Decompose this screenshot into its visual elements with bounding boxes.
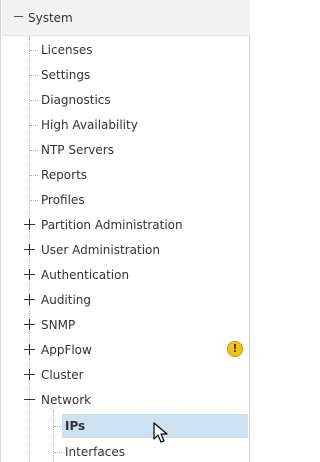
- tree-node-system[interactable]: System: [2, 0, 250, 36]
- tree-node-snmp[interactable]: SNMP: [1, 313, 249, 338]
- tree-node-profiles[interactable]: Profiles: [1, 188, 249, 213]
- plus-icon[interactable]: [24, 344, 35, 355]
- tree-node-label: Auditing: [41, 293, 92, 307]
- plus-icon[interactable]: [24, 294, 35, 305]
- navigation-tree: System Licenses Settings Diagnostics Hig…: [0, 0, 250, 462]
- tree-node-label: User Administration: [41, 243, 160, 257]
- tree-node-reports[interactable]: Reports: [1, 163, 249, 188]
- plus-icon[interactable]: [24, 269, 35, 280]
- tree-line: [30, 50, 38, 51]
- tree-line: [30, 175, 38, 176]
- tree-node-ips[interactable]: IPs: [1, 414, 249, 439]
- tree-node-partition-administration[interactable]: Partition Administration: [1, 213, 249, 238]
- minus-icon[interactable]: [24, 399, 35, 400]
- tree-node-label: SNMP: [41, 318, 76, 332]
- plus-icon[interactable]: [24, 319, 35, 330]
- tree-node-authentication[interactable]: Authentication: [1, 263, 249, 288]
- tree-line: [30, 125, 38, 126]
- plus-icon[interactable]: [24, 244, 35, 255]
- tree-node-label: High Availability: [41, 118, 138, 132]
- tree-node-label: Settings: [41, 68, 91, 82]
- tree-node-label: Partition Administration: [41, 218, 183, 232]
- tree-line: [54, 452, 62, 453]
- tree-node-high-availability[interactable]: High Availability: [1, 113, 249, 138]
- tree-node-label: NTP Servers: [41, 143, 114, 157]
- tree-node-label: Reports: [41, 168, 88, 182]
- tree-node-network[interactable]: Network: [1, 388, 249, 413]
- tree-node-label: Licenses: [41, 43, 93, 57]
- tree-node-settings[interactable]: Settings: [1, 63, 249, 88]
- minus-icon[interactable]: [14, 16, 23, 17]
- tree-node-user-administration[interactable]: User Administration: [1, 238, 249, 263]
- tree-node-label: Network: [41, 393, 92, 407]
- tree-node-auditing[interactable]: Auditing: [1, 288, 249, 313]
- plus-icon[interactable]: [24, 369, 35, 380]
- tree-node-licenses[interactable]: Licenses: [1, 38, 249, 63]
- warning-icon[interactable]: !: [227, 341, 243, 357]
- tree-line: [30, 200, 38, 201]
- tree-node-interfaces[interactable]: Interfaces: [1, 440, 249, 462]
- tree-node-ntp-servers[interactable]: NTP Servers: [1, 138, 249, 163]
- tree-node-label: IPs: [65, 419, 86, 433]
- tree-node-label: Cluster: [41, 368, 84, 382]
- tree-node-label: Profiles: [41, 193, 85, 207]
- mouse-pointer-icon: [153, 422, 168, 443]
- tree-node-diagnostics[interactable]: Diagnostics: [1, 88, 249, 113]
- tree-node-label: Diagnostics: [41, 93, 111, 107]
- tree-line: [30, 75, 38, 76]
- tree-node-label: AppFlow: [41, 343, 92, 357]
- plus-icon[interactable]: [24, 219, 35, 230]
- tree-line: [54, 426, 62, 427]
- tree-node-label: System: [28, 11, 73, 25]
- tree-line: [30, 100, 38, 101]
- tree-node-label: Interfaces: [65, 445, 125, 459]
- tree-line: [30, 150, 38, 151]
- tree-node-cluster[interactable]: Cluster: [1, 363, 249, 388]
- tree-node-appflow[interactable]: AppFlow: [1, 338, 249, 363]
- tree-node-label: Authentication: [41, 268, 130, 282]
